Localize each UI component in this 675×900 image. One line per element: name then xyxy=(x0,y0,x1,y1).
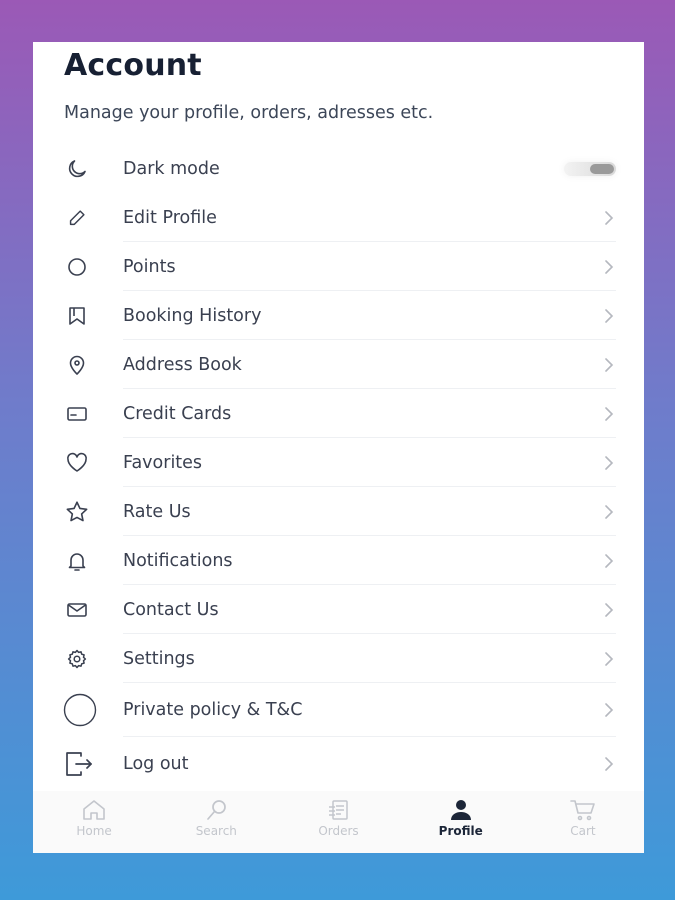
chevron-right-icon xyxy=(602,504,616,519)
page-title: Account xyxy=(64,48,202,83)
tab-label: Search xyxy=(195,824,237,838)
chevron-right-icon xyxy=(602,406,616,421)
menu-item-label: Address Book xyxy=(123,354,242,375)
menu-item-booking-history[interactable]: Booking History xyxy=(33,291,644,340)
menu-item-rate-us[interactable]: Rate Us xyxy=(33,487,644,536)
chevron-right-icon xyxy=(602,651,616,666)
tab-profile[interactable]: Profile xyxy=(400,791,522,853)
menu-item-label: Rate Us xyxy=(123,501,191,522)
chevron-right-icon xyxy=(602,308,616,323)
tab-label: Cart xyxy=(570,824,596,838)
tab-orders[interactable]: Orders xyxy=(277,791,399,853)
menu-item-label: Credit Cards xyxy=(123,403,232,424)
star-icon xyxy=(64,499,90,525)
book-icon xyxy=(64,303,90,329)
chevron-right-icon xyxy=(602,357,616,372)
moon-icon xyxy=(64,156,90,182)
chevron-right-icon xyxy=(602,553,616,568)
menu-item-privacy-policy[interactable]: Private policy & T&C xyxy=(33,683,644,737)
account-screen: Account Manage your profile, orders, adr… xyxy=(33,42,644,853)
menu-item-contact-us[interactable]: Contact Us xyxy=(33,585,644,634)
tab-cart[interactable]: Cart xyxy=(522,791,644,853)
circle-icon xyxy=(64,254,90,280)
account-menu: Dark mode Edit Profile Points Booking Hi… xyxy=(33,144,644,791)
bell-icon xyxy=(64,548,90,574)
chevron-right-icon xyxy=(602,757,616,771)
heart-icon xyxy=(64,450,90,476)
circle-outline-icon xyxy=(63,693,97,727)
orders-icon xyxy=(325,799,353,821)
menu-item-label: Notifications xyxy=(123,550,233,571)
menu-item-label: Favorites xyxy=(123,452,203,473)
menu-item-label: Settings xyxy=(123,648,195,669)
menu-item-notifications[interactable]: Notifications xyxy=(33,536,644,585)
mail-icon xyxy=(64,597,90,623)
chevron-right-icon xyxy=(602,210,616,225)
menu-item-settings[interactable]: Settings xyxy=(33,634,644,683)
toggle-knob xyxy=(590,163,614,174)
menu-item-label: Log out xyxy=(123,754,189,774)
menu-item-label: Edit Profile xyxy=(123,207,217,228)
menu-item-label: Points xyxy=(123,256,176,277)
menu-item-label: Contact Us xyxy=(123,599,219,620)
menu-item-points[interactable]: Points xyxy=(33,242,644,291)
search-icon xyxy=(203,799,229,821)
menu-item-label: Private policy & T&C xyxy=(123,700,303,720)
bottom-tab-bar: Home Search Orders Profile Cart xyxy=(33,791,644,853)
credit-card-icon xyxy=(64,401,90,427)
menu-item-favorites[interactable]: Favorites xyxy=(33,438,644,487)
tab-home[interactable]: Home xyxy=(33,791,155,853)
chevron-right-icon xyxy=(602,602,616,617)
profile-icon xyxy=(449,799,473,821)
menu-item-log-out[interactable]: Log out xyxy=(33,737,644,791)
dark-mode-toggle[interactable] xyxy=(564,161,616,176)
cart-icon xyxy=(569,799,597,821)
location-pin-icon xyxy=(64,352,90,378)
gear-icon xyxy=(64,646,90,672)
chevron-right-icon xyxy=(602,703,616,717)
tab-label: Home xyxy=(76,824,112,838)
menu-item-edit-profile[interactable]: Edit Profile xyxy=(33,193,644,242)
pencil-icon xyxy=(64,205,90,231)
menu-item-dark-mode: Dark mode xyxy=(33,144,644,193)
menu-item-credit-cards[interactable]: Credit Cards xyxy=(33,389,644,438)
menu-item-label: Dark mode xyxy=(123,158,220,179)
home-icon xyxy=(81,799,107,821)
tab-search[interactable]: Search xyxy=(155,791,277,853)
menu-item-label: Booking History xyxy=(123,305,262,326)
tab-label: Profile xyxy=(438,824,483,838)
chevron-right-icon xyxy=(602,259,616,274)
chevron-right-icon xyxy=(602,455,616,470)
page-subtitle: Manage your profile, orders, adresses et… xyxy=(64,103,434,123)
logout-icon xyxy=(64,749,94,779)
tab-label: Orders xyxy=(318,824,359,838)
menu-item-address-book[interactable]: Address Book xyxy=(33,340,644,389)
